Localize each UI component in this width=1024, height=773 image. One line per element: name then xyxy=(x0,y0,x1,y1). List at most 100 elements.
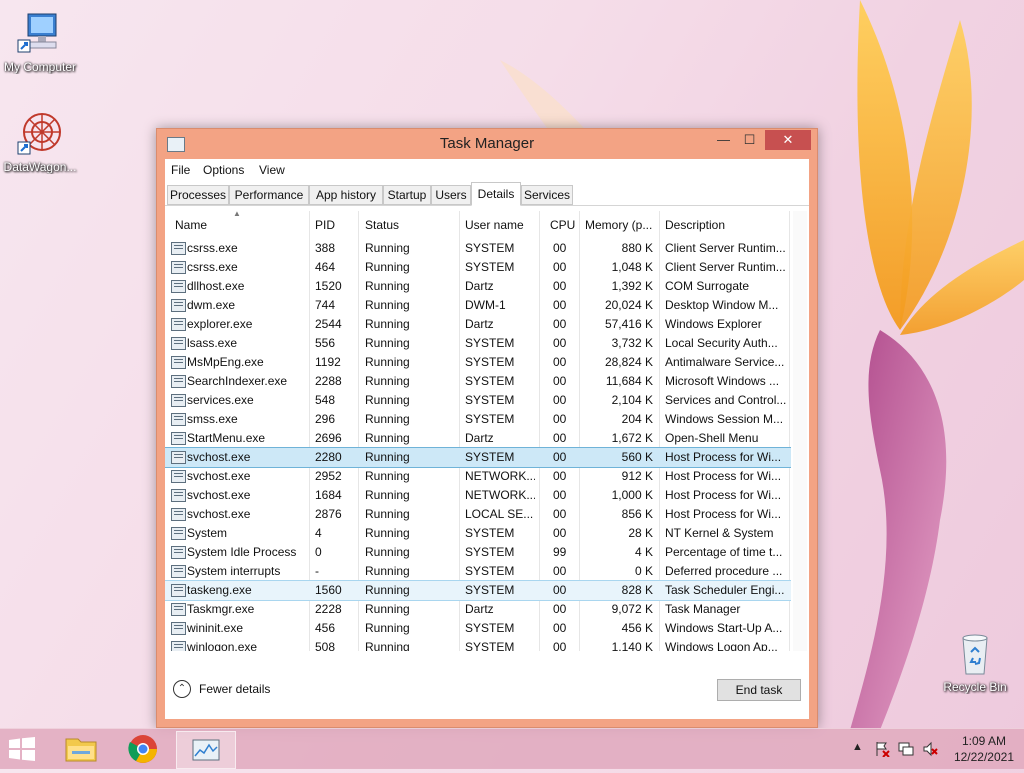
cell-cpu: 00 xyxy=(553,317,567,331)
cell-description: Host Process for Wi... xyxy=(665,469,782,483)
table-row[interactable]: explorer.exe 2544 Running Dartz 00 57,416 K Wi… xyxy=(165,315,791,334)
table-row[interactable]: csrss.exe 388 Running SYSTEM 00 880 K Client S… xyxy=(165,239,791,258)
cell-name: System Idle Process xyxy=(187,545,297,559)
table-row[interactable]: winlogon.exe 508 Running SYSTEM 00 1,140 K Win… xyxy=(165,638,791,651)
table-row[interactable]: svchost.exe 2876 Running LOCAL SE... 00 856 K… xyxy=(165,505,791,524)
cell-name: taskeng.exe xyxy=(187,583,252,597)
window-client-area: File Options View Processes Performance … xyxy=(165,159,809,719)
tray-show-hidden-icons[interactable]: ▲ xyxy=(852,741,863,753)
table-row[interactable]: svchost.exe 2280 Running SYSTEM 00 560 K Host … xyxy=(165,447,791,468)
column-header-pid[interactable]: PID xyxy=(315,218,335,232)
column-header-description[interactable]: Description xyxy=(665,218,725,232)
tab-app-history[interactable]: App history xyxy=(309,185,383,205)
cell-cpu: 00 xyxy=(553,374,567,388)
column-header-memory[interactable]: Memory (p... xyxy=(585,218,652,232)
taskbar-task-manager[interactable] xyxy=(176,731,236,769)
title-bar[interactable]: Task Manager — ☐ ✕ xyxy=(157,129,817,159)
tab-details[interactable]: Details xyxy=(471,182,521,206)
cell-description: NT Kernel & System xyxy=(665,526,774,540)
table-row[interactable]: System 4 Running SYSTEM 00 28 K NT Kernel & Sy… xyxy=(165,524,791,543)
volume-muted-icon[interactable] xyxy=(922,741,938,757)
table-row[interactable]: SearchIndexer.exe 2288 Running SYSTEM 00 11,6… xyxy=(165,372,791,391)
end-task-button[interactable]: End task xyxy=(717,679,801,701)
table-row[interactable]: smss.exe 296 Running SYSTEM 00 204 K Windows S… xyxy=(165,410,791,429)
cell-user-name: SYSTEM xyxy=(465,583,515,597)
cell-cpu: 00 xyxy=(553,602,567,616)
cell-user-name: LOCAL SE... xyxy=(465,507,534,521)
tab-services[interactable]: Services xyxy=(521,185,573,205)
menu-view[interactable]: View xyxy=(259,163,285,177)
cell-user-name: SYSTEM xyxy=(465,355,515,369)
maximize-button[interactable]: ☐ xyxy=(736,130,763,150)
process-table: ▲ Name PID Status User name CPU Memory (… xyxy=(165,211,791,651)
desktop-icon-datawagon[interactable]: DataWagon... xyxy=(0,110,80,174)
process-icon xyxy=(171,527,186,540)
taskbar-chrome[interactable] xyxy=(114,731,172,767)
cell-cpu: 00 xyxy=(553,298,567,312)
cell-status: Running xyxy=(365,640,410,651)
cell-status: Running xyxy=(365,564,410,578)
cell-status: Running xyxy=(365,374,410,388)
vertical-scrollbar[interactable] xyxy=(793,211,807,651)
cell-cpu: 00 xyxy=(553,260,567,274)
cell-pid: 2228 xyxy=(315,602,342,616)
close-button[interactable]: ✕ xyxy=(765,130,811,150)
desktop-icon-recycle-bin[interactable]: Recycle Bin xyxy=(935,630,1015,694)
tab-processes[interactable]: Processes xyxy=(167,185,229,205)
table-row[interactable]: StartMenu.exe 2696 Running Dartz 00 1,672 K Op… xyxy=(165,429,791,448)
table-row[interactable]: taskeng.exe 1560 Running SYSTEM 00 828 K Task … xyxy=(165,580,791,601)
tab-startup[interactable]: Startup xyxy=(383,185,431,205)
cell-memory: 828 K xyxy=(621,583,653,597)
table-row[interactable]: svchost.exe 2952 Running NETWORK... 00 912 K H… xyxy=(165,467,791,486)
process-icon xyxy=(171,584,186,597)
tab-performance[interactable]: Performance xyxy=(229,185,309,205)
cell-status: Running xyxy=(365,317,410,331)
menu-file[interactable]: File xyxy=(171,163,190,177)
table-row[interactable]: services.exe 548 Running SYSTEM 00 2,104 K Ser… xyxy=(165,391,791,410)
desktop-icon-my-computer[interactable]: My Computer xyxy=(0,10,80,74)
table-row[interactable]: System interrupts - Running SYSTEM 00 0 K Defe… xyxy=(165,562,791,581)
network-icon[interactable] xyxy=(898,741,914,757)
table-row[interactable]: System Idle Process 0 Running SYSTEM 99 4 K Pe… xyxy=(165,543,791,562)
minimize-button[interactable]: — xyxy=(710,130,737,150)
process-icon xyxy=(171,261,186,274)
fewer-details-link[interactable]: Fewer details xyxy=(199,682,270,696)
table-row[interactable]: wininit.exe 456 Running SYSTEM 00 456 K Window… xyxy=(165,619,791,638)
cell-cpu: 00 xyxy=(553,488,567,502)
column-header-status[interactable]: Status xyxy=(365,218,399,232)
cell-pid: 2288 xyxy=(315,374,342,388)
tab-users[interactable]: Users xyxy=(431,185,471,205)
cell-pid: 1192 xyxy=(315,355,341,369)
cell-description: Open-Shell Menu xyxy=(665,431,759,445)
tab-strip: Processes Performance App history Startu… xyxy=(165,182,809,206)
table-header: ▲ Name PID Status User name CPU Memory (… xyxy=(165,211,791,651)
menu-options[interactable]: Options xyxy=(203,163,244,177)
cell-memory: 880 K xyxy=(621,241,653,255)
column-header-user-name[interactable]: User name xyxy=(465,218,524,232)
table-row[interactable]: csrss.exe 464 Running SYSTEM 00 1,048 K Client… xyxy=(165,258,791,277)
process-icon xyxy=(171,451,186,464)
windows-start-icon[interactable] xyxy=(8,737,36,761)
cell-user-name: Dartz xyxy=(465,431,494,445)
cell-name: svchost.exe xyxy=(187,469,251,483)
table-row[interactable]: lsass.exe 556 Running SYSTEM 00 3,732 K Local … xyxy=(165,334,791,353)
sort-up-icon: ▲ xyxy=(233,211,241,218)
column-header-name[interactable]: Name xyxy=(175,218,207,232)
action-center-flag-icon[interactable] xyxy=(874,741,890,757)
table-row[interactable]: Taskmgr.exe 2228 Running Dartz 00 9,072 K Task… xyxy=(165,600,791,619)
cell-name: dwm.exe xyxy=(187,298,236,312)
task-manager-window[interactable]: Task Manager — ☐ ✕ File Options View Pro… xyxy=(156,128,818,728)
cell-user-name: SYSTEM xyxy=(465,241,515,255)
cell-status: Running xyxy=(365,469,410,483)
taskbar-file-explorer[interactable] xyxy=(52,731,110,767)
table-row[interactable]: svchost.exe 1684 Running NETWORK... 00 1,000 … xyxy=(165,486,791,505)
column-header-cpu[interactable]: CPU xyxy=(550,218,575,232)
process-icon xyxy=(171,337,186,350)
table-row[interactable]: MsMpEng.exe 1192 Running SYSTEM 00 28,824 K An… xyxy=(165,353,791,372)
system-clock[interactable]: 1:09 AM 12/22/2021 xyxy=(954,733,1014,765)
cell-description: Task Manager xyxy=(665,602,741,616)
cell-memory: 4 K xyxy=(634,545,653,559)
table-row[interactable]: dllhost.exe 1520 Running Dartz 00 1,392 K COM … xyxy=(165,277,791,296)
chevron-up-icon[interactable]: ⌃ xyxy=(173,680,191,698)
table-row[interactable]: dwm.exe 744 Running DWM-1 00 20,024 K Desktop … xyxy=(165,296,791,315)
